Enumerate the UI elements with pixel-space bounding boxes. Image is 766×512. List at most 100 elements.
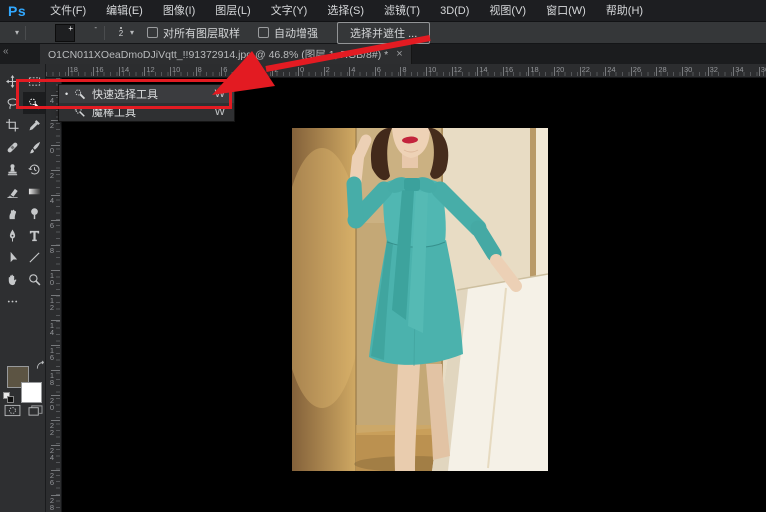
ruler-tick — [374, 67, 376, 76]
menu-item-2[interactable]: 编辑(E) — [96, 0, 153, 22]
ruler-tick — [554, 67, 555, 76]
ruler-tick — [477, 67, 479, 76]
flyout-item-magic-wand-tool[interactable]: 魔棒工具 W — [59, 103, 234, 121]
chevron-down-icon: ▾ — [15, 28, 20, 37]
ruler-tick — [221, 67, 223, 76]
swap-colors-icon[interactable] — [35, 360, 46, 371]
ruler-label: 2 — [274, 65, 279, 74]
lasso-tool[interactable] — [1, 92, 23, 114]
type-tool[interactable] — [23, 224, 45, 246]
ruler-label: 34 — [735, 65, 744, 74]
tools-panel — [0, 64, 46, 512]
menu-item-11[interactable]: 帮助(H) — [596, 0, 653, 22]
mode-badge: + — [68, 23, 74, 33]
ruler-label: 6 — [376, 65, 381, 74]
add-to-selection-button[interactable]: + — [55, 23, 76, 42]
collapse-panels-icon[interactable]: « — [3, 46, 9, 57]
smudge-tool[interactable] — [1, 202, 23, 224]
flyout-item-label: 快速选择工具 — [92, 89, 158, 101]
menu-item-6[interactable]: 选择(S) — [317, 0, 374, 22]
menu-item-7[interactable]: 滤镜(T) — [374, 0, 430, 22]
canvas-area — [62, 78, 766, 512]
screen-mode-icon[interactable] — [28, 404, 43, 417]
document-tab[interactable]: O1CN011XOeaDmoDJiVqtt_!!91372914.jpg @ 4… — [40, 44, 412, 64]
ruler-tick — [707, 67, 709, 76]
default-colors-icon[interactable] — [3, 392, 15, 404]
brush-tool[interactable] — [23, 136, 45, 158]
zoom-tool[interactable] — [23, 268, 45, 290]
ruler-label: 24 — [49, 446, 55, 462]
menu-item-1[interactable]: 文件(F) — [40, 0, 96, 22]
ruler-label: 12 — [146, 65, 155, 74]
dodge-tool[interactable] — [23, 202, 45, 224]
ruler-tick — [272, 67, 274, 76]
ruler-tick — [426, 67, 427, 76]
history-brush-tool[interactable] — [23, 158, 45, 180]
divider — [104, 25, 106, 40]
pen-tool[interactable] — [1, 224, 23, 246]
ruler-label: 22 — [581, 65, 590, 74]
ruler-tick — [144, 67, 146, 76]
menu-item-8[interactable]: 3D(D) — [430, 0, 479, 22]
options-checkboxes: 对所有图层取样 自动增强 — [138, 25, 327, 41]
ruler-label: 30 — [684, 65, 693, 74]
menu-bar: Ps 文件(F) 编辑(E) 图像(I) 图层(L) 文字(Y) 选择(S) 滤镜(T) 3D… — [0, 0, 766, 22]
checkbox-box[interactable] — [147, 27, 159, 38]
tool-flyout-menu: • 快速选择工具 W 魔棒工具 W — [58, 84, 235, 122]
photoshop-window: Ps 文件(F) 编辑(E) 图像(I) 图层(L) 文字(Y) 选择(S) 滤镜(T) 3D… — [0, 0, 766, 512]
close-tab-icon[interactable]: × — [396, 48, 402, 60]
crop-tool[interactable] — [1, 114, 23, 136]
path-selection-tool[interactable] — [1, 246, 23, 268]
gradient-tool[interactable] — [23, 180, 45, 202]
quick-selection-icon — [74, 88, 92, 100]
auto-enhance-checkbox[interactable]: 自动增强 — [258, 25, 318, 41]
tool-preset-picker[interactable]: ▾ — [12, 28, 19, 37]
ps-logo: Ps — [8, 2, 27, 19]
ruler-label: 22 — [49, 421, 55, 437]
hand-tool[interactable] — [1, 268, 23, 290]
rectangular-marquee-tool[interactable] — [23, 70, 45, 92]
ruler-tick — [118, 67, 120, 76]
ruler-label: 14 — [120, 65, 130, 74]
horizontal-ruler: 18 16 14 12 10 8 6 4 2 0 2 4 6 8 10 12 14 16 18 20 22 24 26 28 3… — [46, 64, 766, 78]
ruler-tick — [323, 67, 325, 76]
line-tool[interactable] — [23, 246, 45, 268]
ruler-label: 12 — [453, 65, 462, 74]
move-tool[interactable] — [1, 70, 23, 92]
menu-item-5[interactable]: 文字(Y) — [261, 0, 318, 22]
menu-item-9[interactable]: 视图(V) — [479, 0, 536, 22]
color-swatches — [3, 360, 46, 404]
edit-toolbar[interactable] — [1, 290, 23, 312]
new-selection-button[interactable] — [32, 24, 52, 42]
magic-wand-icon — [74, 106, 92, 118]
ruler-label: 0 — [300, 65, 305, 74]
checkbox-label: 自动增强 — [274, 27, 319, 40]
checkbox-box[interactable] — [258, 27, 270, 38]
flyout-item-shortcut: W — [214, 106, 225, 118]
eyedropper-tool[interactable] — [23, 114, 45, 136]
subtract-from-selection-button[interactable]: - — [78, 23, 98, 42]
eraser-tool[interactable] — [1, 180, 23, 202]
ruler-tick — [170, 67, 171, 76]
ruler-label: 6 — [49, 221, 55, 230]
ruler-label: 10 — [49, 271, 55, 287]
background-color-swatch[interactable] — [21, 382, 42, 403]
clone-stamp-tool[interactable] — [1, 158, 23, 180]
ruler-tick — [349, 67, 351, 76]
flyout-item-quick-selection-tool[interactable]: • 快速选择工具 W — [59, 85, 234, 103]
menu-item-3[interactable]: 图像(I) — [153, 0, 205, 22]
ruler-label: 4 — [351, 65, 356, 74]
ruler-label: 6 — [223, 65, 228, 74]
ruler-label: 14 — [49, 321, 55, 337]
spot-healing-brush-tool[interactable] — [1, 136, 23, 158]
menu-item-4[interactable]: 图层(L) — [205, 0, 260, 22]
quick-mask-mode-icon[interactable] — [4, 404, 21, 417]
document-tab-bar: « O1CN011XOeaDmoDJiVqtt_!!91372914.jpg @… — [0, 44, 766, 64]
quick-selection-tool[interactable] — [23, 92, 45, 114]
menu-item-10[interactable]: 窗口(W) — [536, 0, 596, 22]
ruler-label: 16 — [504, 65, 514, 74]
sample-all-layers-checkbox[interactable]: 对所有图层取样 — [147, 25, 240, 41]
ruler-tick — [630, 67, 632, 76]
brush-size-picker[interactable]: 2 ▾ — [115, 27, 134, 38]
select-and-mask-button[interactable]: 选择并遮住 ... — [337, 21, 431, 44]
